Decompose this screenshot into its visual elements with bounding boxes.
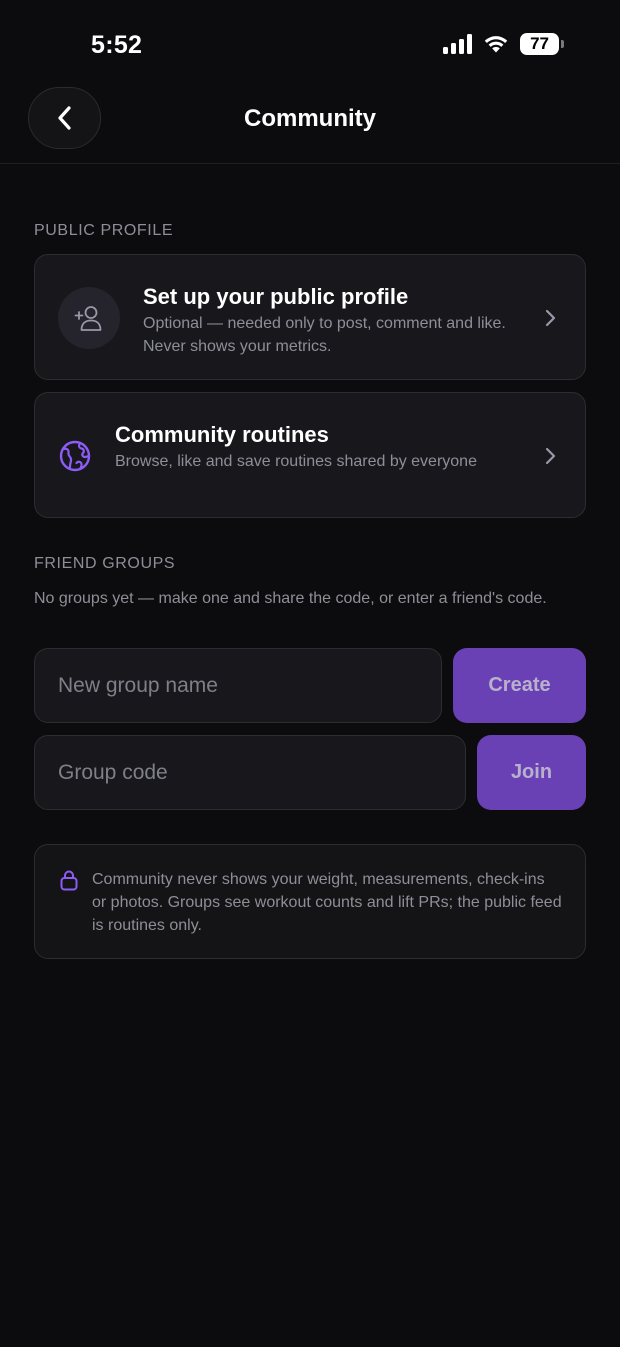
header: Community (0, 86, 620, 164)
lock-icon (60, 870, 78, 891)
add-person-icon (74, 306, 102, 331)
profile-card-title: Set up your public profile (143, 284, 409, 309)
routines-card-title: Community routines (115, 422, 329, 447)
privacy-note-text: Community never shows your weight, measu… (92, 871, 562, 934)
public-profile-card[interactable]: Set up your public profile Optional — ne… (34, 254, 586, 380)
section-label-friend-groups: FRIEND GROUPS (34, 555, 176, 572)
battery-icon: 77 (520, 33, 564, 55)
globe-icon (59, 440, 91, 472)
status-bar: 5:52 77 (0, 0, 620, 90)
wifi-icon (484, 36, 508, 53)
chevron-right-icon (545, 447, 556, 465)
section-label-public-profile: PUBLIC PROFILE (34, 222, 174, 239)
page-title: Community (244, 105, 376, 132)
routines-card-subtitle: Browse, like and save routines shared by… (115, 453, 477, 470)
status-icons: 77 (443, 33, 564, 55)
friend-groups-hint: No groups yet — make one and share the c… (34, 590, 547, 607)
status-time: 5:52 (91, 31, 143, 59)
group-code-input[interactable] (34, 735, 466, 810)
new-group-name-input[interactable] (34, 648, 442, 723)
chevron-right-icon (545, 309, 556, 327)
community-routines-card[interactable]: Community routines Browse, like and save… (34, 392, 586, 518)
profile-card-subtitle: Optional — needed only to post, comment … (143, 315, 506, 355)
signal-icon (443, 34, 472, 54)
join-group-button[interactable]: Join (477, 735, 586, 810)
privacy-note: Community never shows your weight, measu… (34, 844, 586, 959)
create-group-button[interactable]: Create (453, 648, 586, 723)
avatar (58, 287, 120, 349)
battery-level: 77 (530, 34, 549, 53)
